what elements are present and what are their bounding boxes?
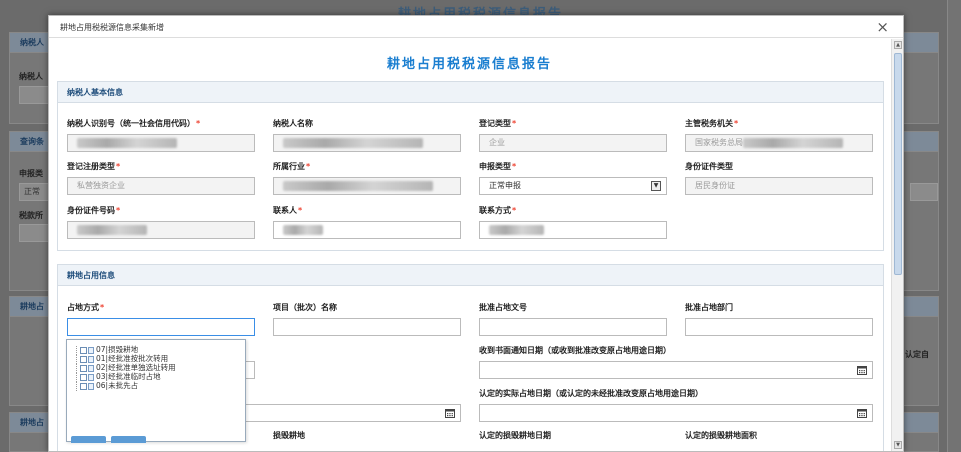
document-icon bbox=[88, 364, 94, 372]
taxpayer-id-field[interactable] bbox=[67, 134, 255, 152]
tree: 07|损毁耕地 01|经批准按批次转用 02|经批准单独选址转用 03|经批准临… bbox=[76, 345, 176, 391]
dialog-header: 耕地占用税税源信息采集新增 × bbox=[49, 16, 903, 38]
label-reg-category: 登记注册类型* bbox=[67, 162, 121, 171]
label-damage-area: 认定的损毁耕地面积 bbox=[685, 431, 757, 440]
reg-category-field[interactable]: 私营独资企业 bbox=[67, 177, 255, 195]
phone-field[interactable] bbox=[479, 221, 667, 239]
checkbox-icon[interactable] bbox=[80, 346, 87, 354]
scroll-down-icon[interactable]: ▼ bbox=[894, 441, 902, 449]
label-occupation-method: 占地方式* bbox=[67, 303, 105, 312]
tree-option[interactable]: 07|损毁耕地 bbox=[76, 345, 176, 355]
id-number-field[interactable] bbox=[67, 221, 255, 239]
scroll-thumb[interactable] bbox=[894, 53, 902, 275]
chevron-down-icon[interactable]: ▼ bbox=[651, 181, 661, 191]
report-title: 耕地占用税税源信息报告 bbox=[386, 57, 552, 72]
label-approval-doc: 批准占地文号 bbox=[479, 303, 527, 312]
label-tax-office: 主管税务机关* bbox=[685, 119, 739, 128]
document-icon bbox=[88, 355, 94, 363]
label-registration-type: 登记类型* bbox=[479, 119, 517, 128]
dialog-title: 耕地占用税税源信息采集新增 bbox=[60, 23, 164, 32]
tree-option[interactable]: 06|未批先占 bbox=[76, 381, 176, 391]
dialog-scrollbar[interactable]: ▲ ▼ bbox=[891, 39, 903, 451]
tree-option[interactable]: 03|经批准临时占地 bbox=[76, 372, 176, 382]
industry-field[interactable] bbox=[273, 177, 461, 195]
checkbox-icon[interactable] bbox=[80, 355, 87, 363]
occupation-method-input[interactable] bbox=[67, 318, 255, 336]
id-type-field[interactable]: 居民身份证 bbox=[685, 177, 873, 195]
approval-dept-input[interactable] bbox=[685, 318, 873, 336]
dropdown-clear-button[interactable] bbox=[111, 436, 146, 443]
calendar-icon[interactable] bbox=[857, 365, 867, 375]
scroll-up-icon[interactable]: ▲ bbox=[894, 41, 902, 49]
taxpayer-name-field[interactable] bbox=[273, 134, 461, 152]
notice-date-input[interactable] bbox=[479, 361, 873, 379]
actual-date-input[interactable] bbox=[479, 404, 873, 422]
close-icon[interactable]: × bbox=[876, 18, 889, 36]
label-damaged-land: 损毁耕地 bbox=[273, 431, 305, 440]
label-phone: 联系方式* bbox=[479, 206, 517, 215]
section-taxpayer-basic: 纳税人基本信息 纳税人识别号（统一社会信用代码）* 纳税人名称 登记类型* 企业… bbox=[57, 81, 884, 251]
checkbox-icon[interactable] bbox=[80, 373, 87, 381]
label-actual-date: 认定的实际占地日期（或认定的未经批准改变原占地用途日期） bbox=[479, 389, 703, 398]
label-taxpayer-name: 纳税人名称 bbox=[273, 119, 313, 128]
project-name-input[interactable] bbox=[273, 318, 461, 336]
label-damage-date: 认定的损毁耕地日期 bbox=[479, 431, 551, 440]
calendar-icon[interactable] bbox=[445, 408, 455, 418]
contact-field[interactable] bbox=[273, 221, 461, 239]
page-scrollbar[interactable] bbox=[947, 0, 961, 452]
document-icon bbox=[88, 373, 94, 381]
tree-option[interactable]: 02|经批准单独选址转用 bbox=[76, 363, 176, 373]
label-project-name: 项目（批次）名称 bbox=[273, 303, 337, 312]
label-taxpayer-id: 纳税人识别号（统一社会信用代码）* bbox=[67, 119, 201, 128]
section-head-land: 耕地占用信息 bbox=[58, 265, 883, 286]
declare-type-select[interactable]: 正常申报 ▼ bbox=[479, 177, 667, 195]
label-id-number: 身份证件号码* bbox=[67, 206, 121, 215]
document-icon bbox=[88, 382, 94, 390]
checkbox-icon[interactable] bbox=[80, 382, 87, 390]
checkbox-icon[interactable] bbox=[80, 364, 87, 372]
registration-type-field[interactable]: 企业 bbox=[479, 134, 667, 152]
document-icon bbox=[88, 346, 94, 354]
label-industry: 所属行业* bbox=[273, 162, 311, 171]
occupation-method-dropdown: 07|损毁耕地 01|经批准按批次转用 02|经批准单独选址转用 03|经批准临… bbox=[66, 339, 246, 443]
calendar-icon[interactable] bbox=[857, 408, 867, 418]
label-approval-dept: 批准占地部门 bbox=[685, 303, 733, 312]
tree-option[interactable]: 01|经批准按批次转用 bbox=[76, 354, 176, 364]
label-id-type: 身份证件类型 bbox=[685, 162, 733, 171]
label-notice-date: 收到书面通知日期（或收到批准改变原占地用途日期） bbox=[479, 346, 671, 355]
approval-doc-input[interactable] bbox=[479, 318, 667, 336]
label-contact: 联系人* bbox=[273, 206, 303, 215]
label-declare-type: 申报类型* bbox=[479, 162, 517, 171]
tax-office-field[interactable]: 国家税务总局 bbox=[685, 134, 873, 152]
section-head-basic: 纳税人基本信息 bbox=[58, 82, 883, 103]
dropdown-confirm-button[interactable] bbox=[71, 436, 106, 443]
